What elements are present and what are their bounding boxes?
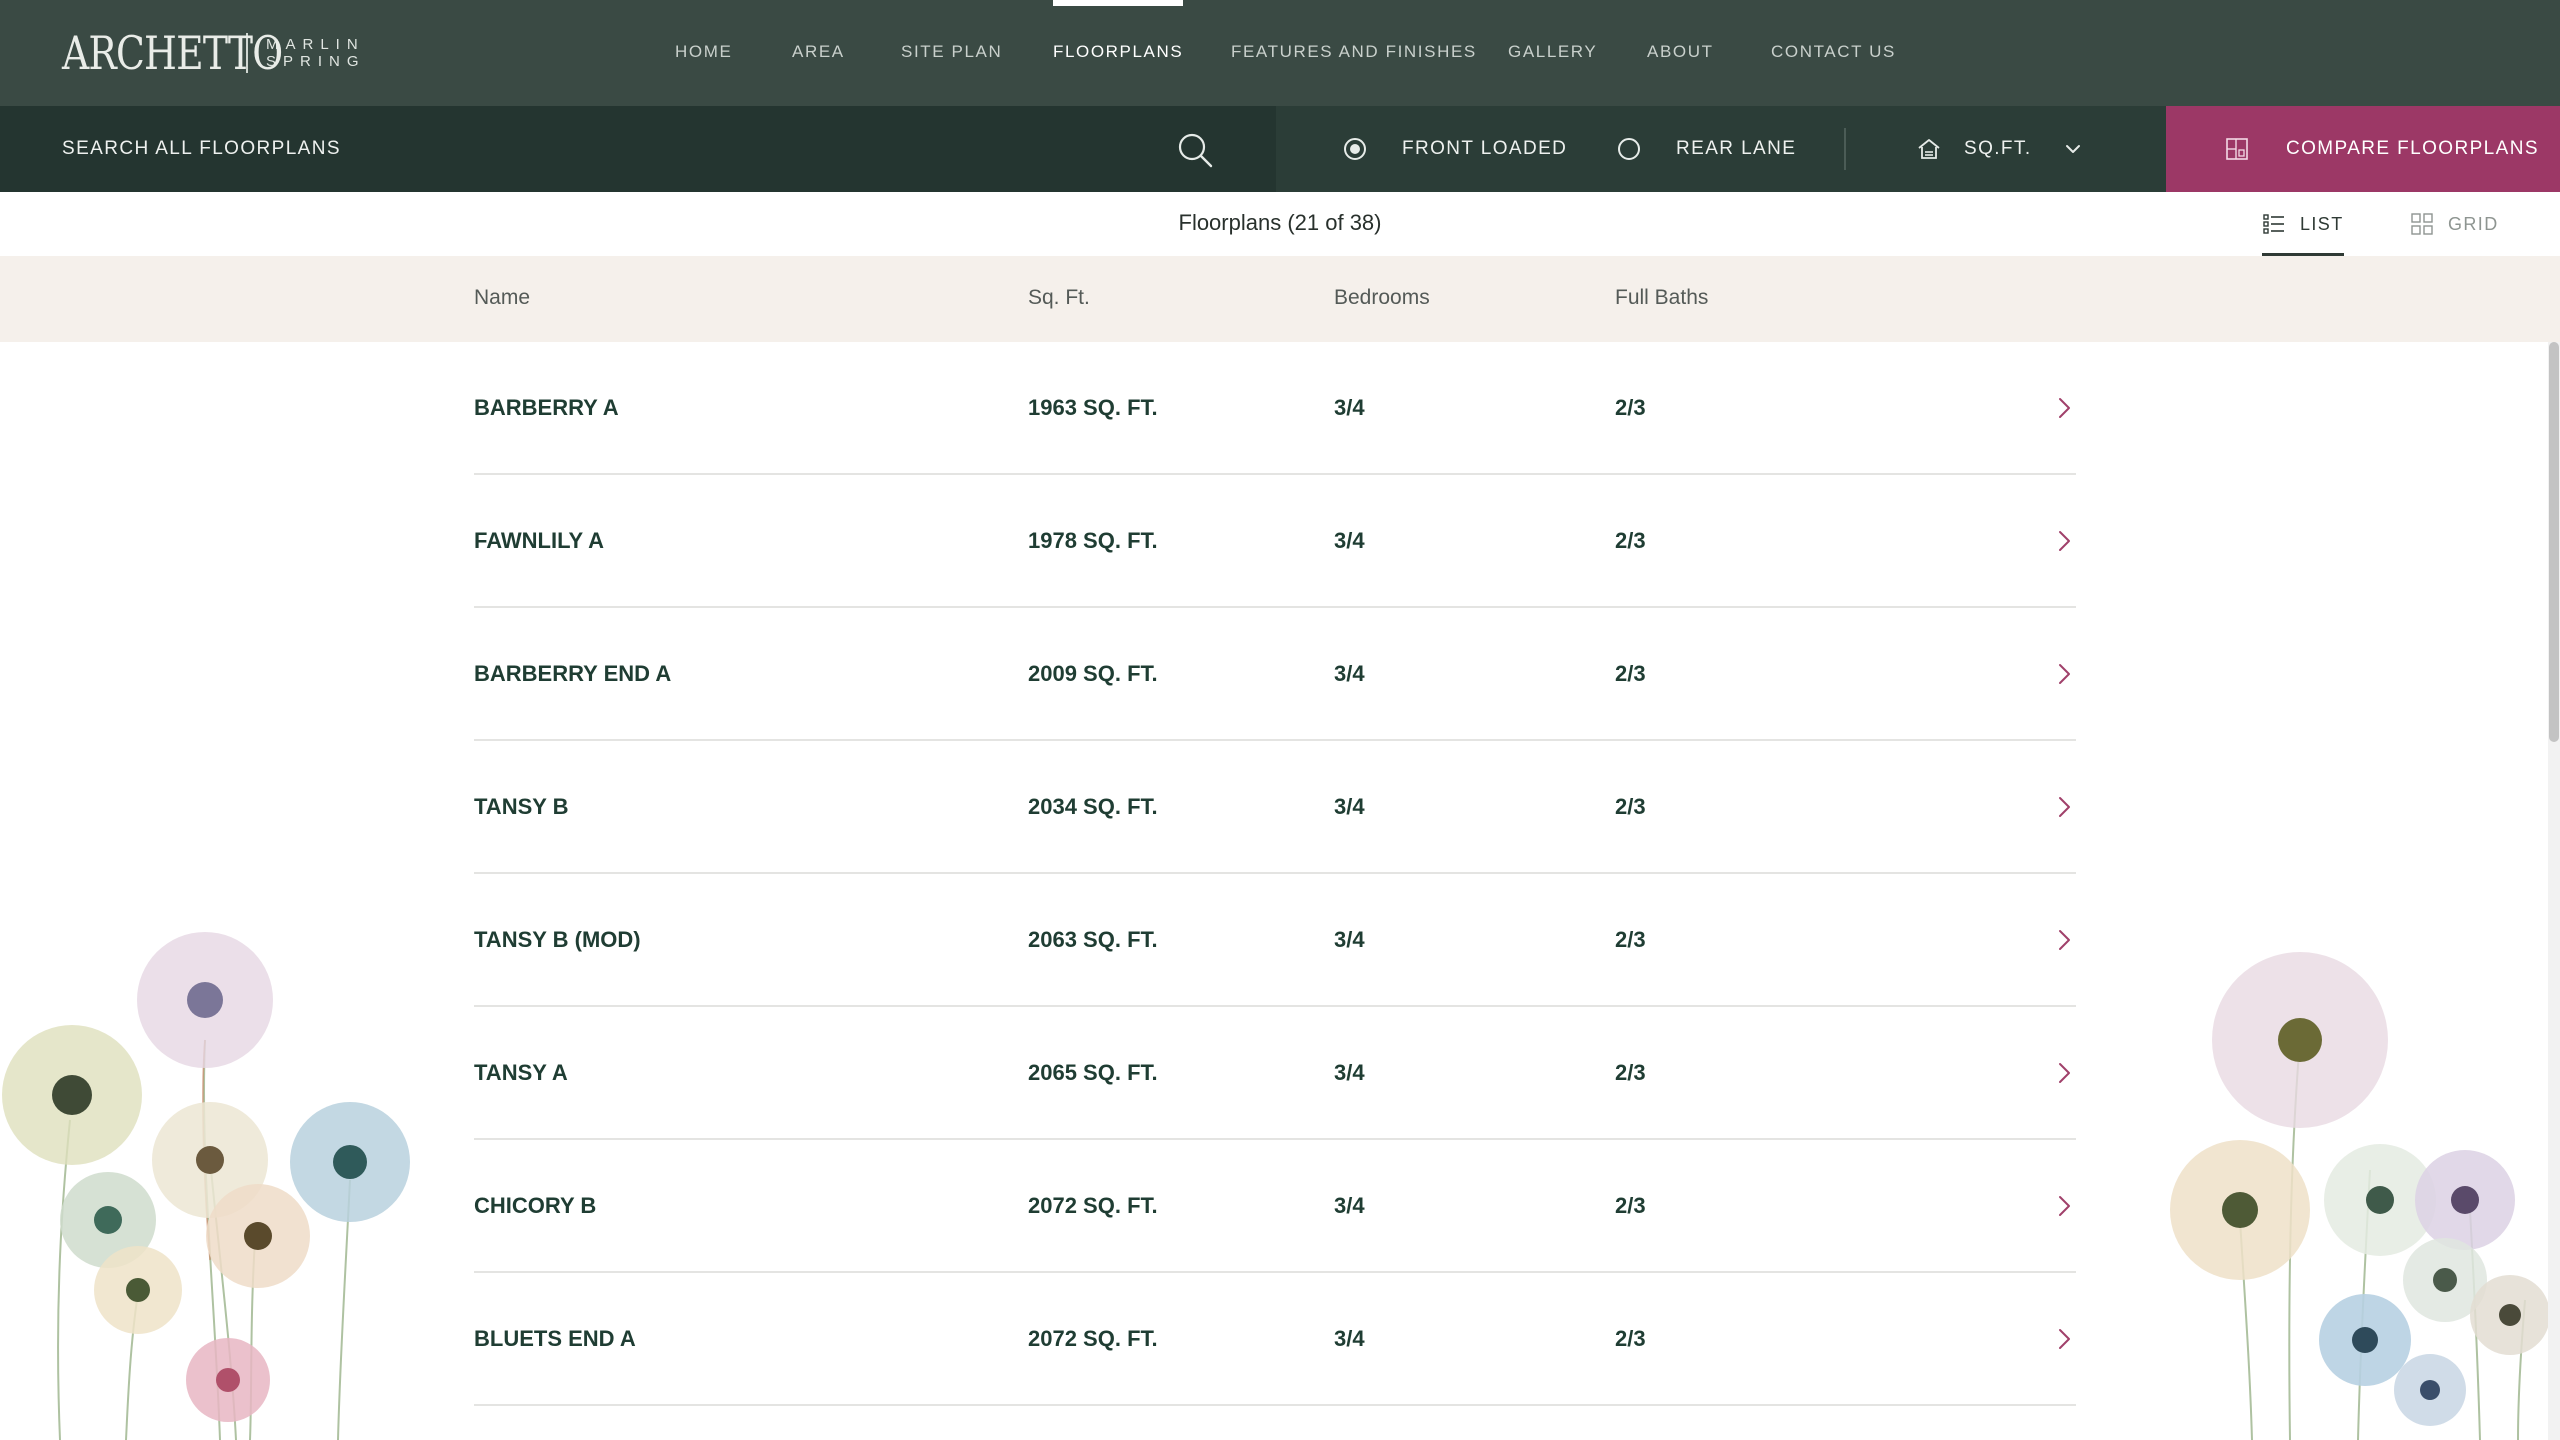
- floorplan-baths: 2/3: [1615, 1326, 1646, 1351]
- view-grid-toggle[interactable]: GRID: [2410, 192, 2499, 256]
- sqft-sort-dropdown[interactable]: SQ.FT.: [1916, 106, 2082, 192]
- table-row[interactable]: FAWNLILY A 1978 SQ. FT. 3/4 2/3: [474, 475, 2076, 608]
- floorplan-sqft: 2009 SQ. FT.: [1028, 661, 1158, 686]
- nav-features-and-finishes[interactable]: FEATURES AND FINISHES: [1231, 0, 1477, 106]
- floorplan-bedrooms: 3/4: [1334, 1193, 1365, 1218]
- floorplan-baths: 2/3: [1615, 395, 1646, 420]
- results-count: Floorplans (21 of 38): [1178, 210, 1382, 235]
- floorplan-baths: 2/3: [1615, 528, 1646, 553]
- nav-gallery[interactable]: GALLERY: [1508, 0, 1597, 106]
- list-icon: [2263, 214, 2284, 234]
- search-icon[interactable]: [1176, 131, 1214, 169]
- chevron-right-icon[interactable]: [2052, 1325, 2076, 1353]
- grid-icon: [2411, 213, 2433, 235]
- compare-floorplans-button[interactable]: COMPARE FLOORPLANS: [2166, 106, 2560, 192]
- floorplan-baths: 2/3: [1615, 794, 1646, 819]
- floorplan-sqft: 2072 SQ. FT.: [1028, 1326, 1158, 1351]
- floorplan-baths: 2/3: [1615, 1193, 1646, 1218]
- floorplan-name: BLUETS END A: [474, 1326, 636, 1351]
- table-row[interactable]: BARBERRY A 1963 SQ. FT. 3/4 2/3: [474, 342, 2076, 475]
- radio-front-loaded[interactable]: FRONT LOADED: [1344, 106, 1567, 192]
- floorplan-bedrooms: 3/4: [1334, 1326, 1365, 1351]
- floorplan-name: CHICORY B: [474, 1193, 597, 1218]
- sqft-sort-label: SQ.FT.: [1964, 138, 2032, 159]
- table-row[interactable]: BARBERRY END A 2009 SQ. FT. 3/4 2/3: [474, 608, 2076, 741]
- floorplan-baths: 2/3: [1615, 927, 1646, 952]
- floorplan-sqft: 1963 SQ. FT.: [1028, 395, 1158, 420]
- floorplan-bedrooms: 3/4: [1334, 1060, 1365, 1085]
- floorplan-sqft: 1978 SQ. FT.: [1028, 528, 1158, 553]
- radio-checked-icon: [1344, 138, 1366, 160]
- floorplan-baths: 2/3: [1615, 1060, 1646, 1085]
- floorplan-bedrooms: 3/4: [1334, 395, 1365, 420]
- chevron-right-icon[interactable]: [2052, 1192, 2076, 1220]
- floorplan-sqft: 2065 SQ. FT.: [1028, 1060, 1158, 1085]
- nav-site-plan[interactable]: SITE PLAN: [901, 0, 1002, 106]
- table-row[interactable]: TANSY B (MOD) 2063 SQ. FT. 3/4 2/3: [474, 874, 2076, 1007]
- nav-home[interactable]: HOME: [675, 0, 732, 106]
- floorplan-sqft: 2072 SQ. FT.: [1028, 1193, 1158, 1218]
- chevron-right-icon[interactable]: [2052, 793, 2076, 821]
- radio-unchecked-icon: [1618, 138, 1640, 160]
- top-navigation: ARCHETTO MARLIN SPRING HOME AREA SITE PL…: [0, 0, 2560, 106]
- chevron-right-icon[interactable]: [2052, 394, 2076, 422]
- main-menu: HOME AREA SITE PLAN FLOORPLANS FEATURES …: [0, 0, 2560, 106]
- floorplan-table-body: BARBERRY A 1963 SQ. FT. 3/4 2/3 FAWNLILY…: [0, 342, 2560, 1440]
- floorplan-name: TANSY A: [474, 1060, 568, 1085]
- floorplan-bedrooms: 3/4: [1334, 528, 1365, 553]
- floorplan-name: TANSY B: [474, 794, 569, 819]
- search-input[interactable]: [62, 106, 1142, 192]
- floorplan-sqft: 2034 SQ. FT.: [1028, 794, 1158, 819]
- results-header: Floorplans (21 of 38) LIST GRID: [0, 192, 2560, 256]
- floorplan-sqft: 2063 SQ. FT.: [1028, 927, 1158, 952]
- floorplan-bedrooms: 3/4: [1334, 927, 1365, 952]
- view-list-toggle[interactable]: LIST: [2262, 192, 2344, 256]
- column-header-full-baths[interactable]: Full Baths: [1615, 256, 1708, 342]
- nav-floorplans[interactable]: FLOORPLANS: [1053, 0, 1184, 106]
- column-header-sqft[interactable]: Sq. Ft.: [1028, 256, 1090, 342]
- radio-rear-lane-label: REAR LANE: [1676, 138, 1797, 159]
- floorplan-name: BARBERRY A: [474, 395, 619, 420]
- nav-area[interactable]: AREA: [792, 0, 845, 106]
- chevron-right-icon[interactable]: [2052, 1059, 2076, 1087]
- table-row[interactable]: CHICORY B 2072 SQ. FT. 3/4 2/3: [474, 1140, 2076, 1273]
- chevron-right-icon[interactable]: [2052, 926, 2076, 954]
- view-list-label: LIST: [2300, 213, 2344, 234]
- view-grid-label: GRID: [2448, 213, 2499, 234]
- floorplan-name: BARBERRY END A: [474, 661, 672, 686]
- table-row[interactable]: TANSY B 2034 SQ. FT. 3/4 2/3: [474, 741, 2076, 874]
- column-header-bedrooms[interactable]: Bedrooms: [1334, 256, 1430, 342]
- nav-about[interactable]: ABOUT: [1647, 0, 1714, 106]
- house-icon: [1918, 139, 1940, 159]
- floorplan-bedrooms: 3/4: [1334, 661, 1365, 686]
- compare-floorplans-label: COMPARE FLOORPLANS: [2286, 138, 2539, 159]
- chevron-down-icon: [2065, 145, 2080, 153]
- chevron-right-icon[interactable]: [2052, 527, 2076, 555]
- chevron-right-icon[interactable]: [2052, 660, 2076, 688]
- column-header-name[interactable]: Name: [474, 256, 530, 342]
- table-row[interactable]: BLUETS END A 2072 SQ. FT. 3/4 2/3: [474, 1273, 2076, 1406]
- filter-divider: [1844, 128, 1846, 170]
- floorplan-name: FAWNLILY A: [474, 528, 604, 553]
- nav-contact-us[interactable]: CONTACT US: [1771, 0, 1896, 106]
- search-box: [0, 106, 1276, 192]
- table-header: Name Sq. Ft. Bedrooms Full Baths: [0, 256, 2560, 342]
- floorplan-baths: 2/3: [1615, 661, 1646, 686]
- floorplan-name: TANSY B (MOD): [474, 927, 641, 952]
- scrollbar-thumb[interactable]: [2549, 342, 2559, 742]
- filter-bar: FRONT LOADED REAR LANE SQ.FT.: [0, 106, 2560, 192]
- table-row[interactable]: TANSY A 2065 SQ. FT. 3/4 2/3: [474, 1007, 2076, 1140]
- floorplan-bedrooms: 3/4: [1334, 794, 1365, 819]
- filter-options: FRONT LOADED REAR LANE SQ.FT.: [1276, 106, 2166, 192]
- radio-front-loaded-label: FRONT LOADED: [1402, 138, 1568, 159]
- radio-rear-lane[interactable]: REAR LANE: [1618, 106, 1796, 192]
- compare-icon: [2226, 138, 2248, 160]
